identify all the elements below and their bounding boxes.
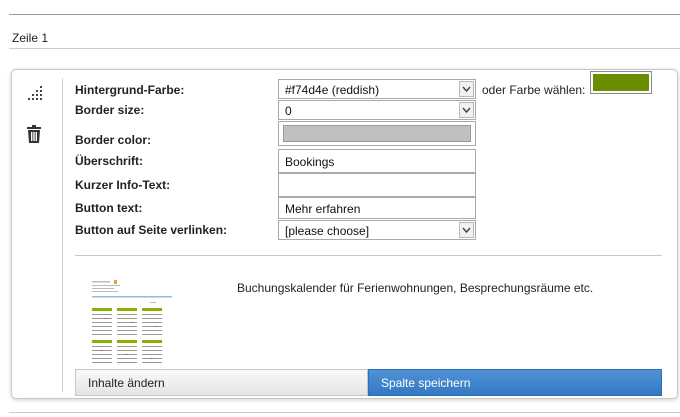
signal-bars-icon[interactable]: [22, 82, 46, 106]
button-text-label: Button text:: [75, 201, 143, 215]
chevron-down-icon: [459, 222, 474, 238]
background-color-value: #f74d4e (reddish): [285, 83, 380, 97]
color-picker-swatch: [593, 74, 649, 91]
heading-input[interactable]: Bookings: [278, 149, 476, 173]
border-size-value: 0: [285, 104, 292, 118]
border-color-field[interactable]: [278, 121, 476, 146]
edit-content-button[interactable]: Inhalte ändern: [75, 369, 368, 396]
button-link-label: Button auf Seite verlinken:: [75, 223, 228, 237]
top-divider: [9, 14, 680, 15]
border-color-label: Border color:: [75, 133, 152, 147]
color-picker-button[interactable]: [590, 71, 652, 94]
chevron-down-icon: [459, 102, 474, 118]
border-color-swatch: [283, 125, 471, 142]
booking-calendar-thumbnail: [90, 278, 185, 368]
bottom-divider: [9, 412, 680, 413]
panel-sidebar: [12, 70, 62, 398]
button-text-input[interactable]: Mehr erfahren: [278, 197, 476, 219]
background-color-label: Hintergrund-Farbe:: [75, 83, 185, 97]
chevron-down-icon: [459, 81, 474, 97]
or-choose-color-label: oder Farbe wählen:: [482, 83, 586, 97]
sidebar-separator: [62, 78, 63, 392]
column-editor-panel: Hintergrund-Farbe: #f74d4e (reddish) ode…: [11, 69, 678, 399]
preview-divider: [75, 255, 662, 256]
short-info-input[interactable]: [278, 173, 476, 197]
row-title: Zeile 1: [12, 31, 49, 45]
heading-label: Überschrift:: [75, 154, 144, 168]
button-link-select[interactable]: [please choose]: [278, 220, 476, 240]
background-color-select[interactable]: #f74d4e (reddish): [278, 79, 476, 99]
border-size-select[interactable]: 0: [278, 100, 476, 120]
save-column-button[interactable]: Spalte speichern: [368, 369, 662, 396]
border-size-label: Border size:: [75, 103, 145, 117]
button-link-value: [please choose]: [285, 224, 370, 238]
row-title-underline: [9, 48, 680, 49]
trash-icon[interactable]: [22, 122, 46, 146]
short-info-label: Kurzer Info-Text:: [75, 178, 171, 192]
preview-description: Buchungskalender für Ferienwohnungen, Be…: [237, 281, 594, 295]
